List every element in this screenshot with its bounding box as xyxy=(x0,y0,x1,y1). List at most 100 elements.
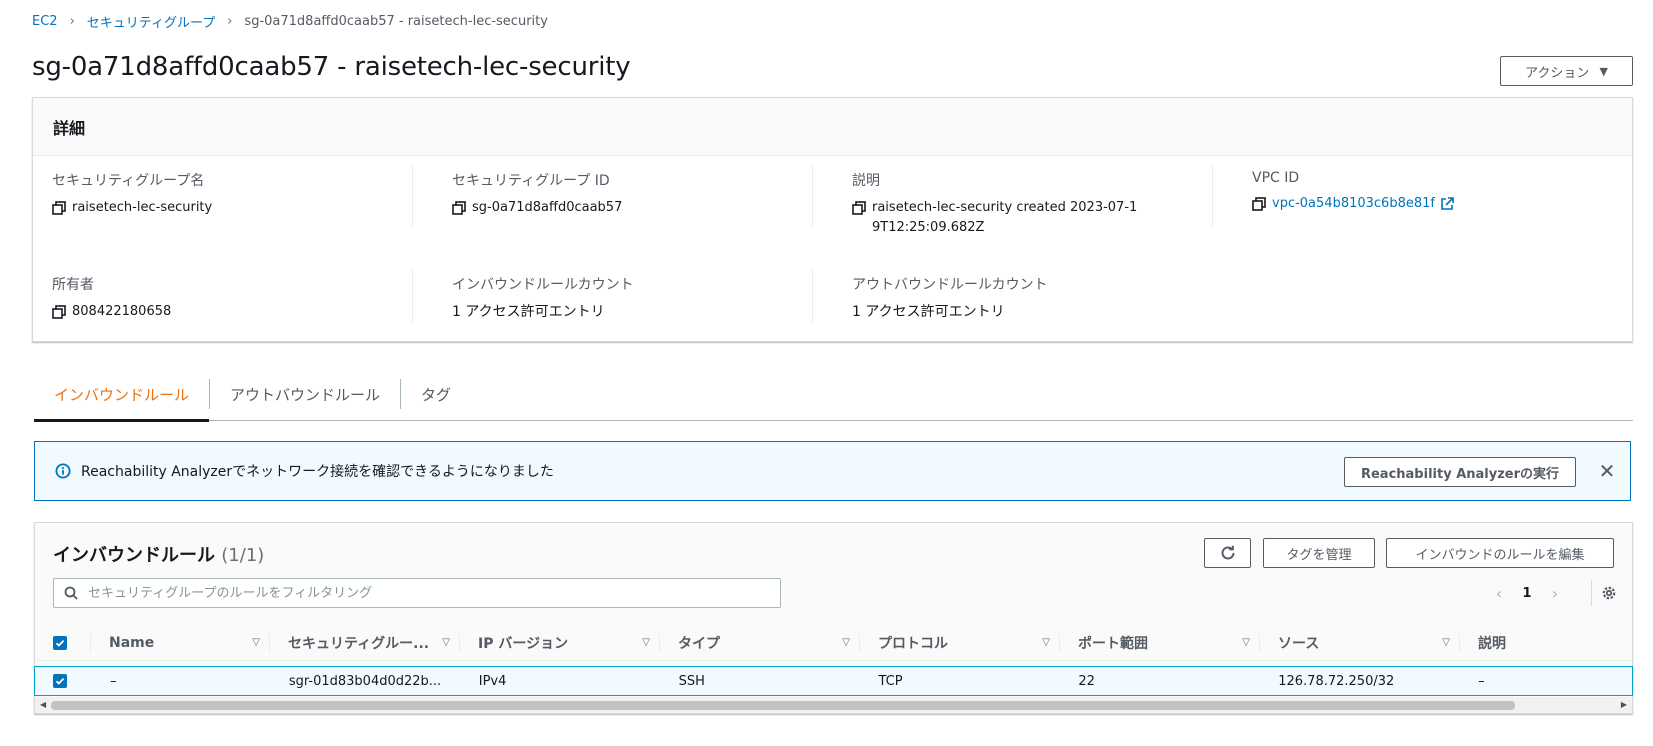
sort-icon[interactable]: ▽ xyxy=(1242,637,1250,648)
sort-icon[interactable]: ▽ xyxy=(252,637,260,648)
sg-id-value: sg-0a71d8affd0caab57 xyxy=(472,200,623,215)
outbound-count-label: アウトバウンドルールカウント xyxy=(852,277,1048,293)
scroll-left-icon[interactable]: ◀ xyxy=(40,700,46,709)
tab-bar: インバウンドルール アウトバウンドルール タグ xyxy=(34,367,1633,422)
scrollbar-thumb[interactable] xyxy=(51,701,1515,710)
tab-tags[interactable]: タグ xyxy=(401,367,471,421)
cell-protocol: TCP xyxy=(878,673,903,689)
actions-label: アクション xyxy=(1525,65,1590,81)
select-all-checkbox[interactable] xyxy=(53,635,67,650)
table-row[interactable]: – sgr-01d83b04d0d22b... IPv4 SSH TCP 22 … xyxy=(34,666,1633,696)
copy-icon[interactable] xyxy=(452,201,466,215)
column-header-source[interactable]: ソース ▽ xyxy=(1260,625,1460,661)
chevron-right-icon: › xyxy=(69,14,75,29)
page-title: sg-0a71d8affd0caab57 - raisetech-lec-sec… xyxy=(32,52,631,82)
copy-icon[interactable] xyxy=(52,201,66,215)
info-banner: Reachability Analyzerでネットワーク接続を確認できるようにな… xyxy=(34,441,1631,501)
sg-name-value: raisetech-lec-security xyxy=(72,200,213,215)
inbound-count-value: 1 アクセス許可エントリ xyxy=(452,304,605,320)
tab-outbound-rules[interactable]: アウトバウンドルール xyxy=(210,367,400,421)
rules-title: インバウンドルール (1/1) xyxy=(53,541,264,567)
sg-id-label: セキュリティグループ ID xyxy=(452,173,610,189)
table-header: Name ▽ セキュリティグルー... ▽ IP バージョン ▽ タイプ ▽ プロトコル… xyxy=(35,625,1632,661)
column-header-name[interactable]: Name ▽ xyxy=(91,625,270,661)
sort-icon[interactable]: ▽ xyxy=(1442,637,1450,648)
divider xyxy=(812,166,813,228)
manage-tags-button[interactable]: タグを管理 xyxy=(1263,538,1375,568)
refresh-icon xyxy=(1221,545,1234,560)
divider xyxy=(812,270,813,322)
horizontal-scrollbar[interactable]: ◀ ▶ xyxy=(35,697,1632,713)
scroll-right-icon[interactable]: ▶ xyxy=(1621,700,1627,709)
column-header-port-range[interactable]: ポート範囲 ▽ xyxy=(1060,625,1260,661)
owner-value: 808422180658 xyxy=(72,304,172,319)
copy-icon[interactable] xyxy=(852,201,866,215)
inbound-count-label: インバウンドルールカウント xyxy=(452,277,634,293)
filter-search xyxy=(53,578,781,608)
select-all-cell xyxy=(35,625,91,661)
copy-icon[interactable] xyxy=(52,305,66,319)
rules-title-text: インバウンドルール xyxy=(53,545,215,566)
sg-name-cell: セキュリティグループ名 raisetech-lec-security xyxy=(52,170,212,218)
sg-name-label: セキュリティグループ名 xyxy=(52,173,205,189)
details-panel: 詳細 セキュリティグループ名 raisetech-lec-security セキ… xyxy=(32,97,1633,342)
outbound-count-cell: アウトバウンドルールカウント 1 アクセス許可エントリ xyxy=(852,274,1048,322)
vpc-id-label: VPC ID xyxy=(1252,170,1300,186)
run-reachability-analyzer-button[interactable]: Reachability Analyzerの実行 xyxy=(1344,457,1576,487)
refresh-button[interactable] xyxy=(1204,538,1251,568)
copy-icon[interactable] xyxy=(1252,197,1266,211)
chevron-right-icon[interactable]: › xyxy=(1545,584,1565,603)
sg-id-cell: セキュリティグループ ID sg-0a71d8affd0caab57 xyxy=(452,170,622,218)
chevron-left-icon[interactable]: ‹ xyxy=(1489,584,1509,603)
description-value: raisetech-lec-security created 2023-07-1… xyxy=(872,200,1138,235)
vpc-id-link[interactable]: vpc-0a54b8103c6b8e81f xyxy=(1272,194,1435,214)
close-icon[interactable]: ✕ xyxy=(1595,459,1619,483)
sort-icon[interactable]: ▽ xyxy=(1042,637,1050,648)
column-header-description[interactable]: 説明 xyxy=(1460,625,1632,661)
divider xyxy=(412,270,413,322)
sort-icon[interactable]: ▽ xyxy=(842,637,850,648)
details-header: 詳細 xyxy=(33,98,1632,156)
divider xyxy=(412,166,413,228)
column-header-protocol[interactable]: プロトコル ▽ xyxy=(860,625,1060,661)
cell-description: – xyxy=(1478,673,1485,689)
actions-button[interactable]: アクション ▼ xyxy=(1500,56,1633,86)
page: EC2 › セキュリティグループ › sg-0a71d8affd0caab57 … xyxy=(0,0,1653,746)
column-header-type[interactable]: タイプ ▽ xyxy=(660,625,860,661)
row-checkbox[interactable] xyxy=(53,674,67,688)
search-icon xyxy=(64,586,78,600)
vpc-id-cell: VPC ID vpc-0a54b8103c6b8e81f xyxy=(1252,170,1454,214)
inbound-count-cell: インバウンドルールカウント 1 アクセス許可エントリ xyxy=(452,274,634,322)
cell-type: SSH xyxy=(678,673,705,689)
cell-name: – xyxy=(109,673,117,689)
sort-icon[interactable]: ▽ xyxy=(642,637,650,648)
page-number[interactable]: 1 xyxy=(1509,586,1545,601)
column-header-sg-rule-id[interactable]: セキュリティグルー... ▽ xyxy=(270,625,460,661)
rules-count: (1/1) xyxy=(221,545,265,566)
divider xyxy=(1212,166,1213,228)
sort-icon[interactable]: ▽ xyxy=(442,637,450,648)
description-cell: 説明 raisetech-lec-security created 2023-0… xyxy=(852,170,1142,238)
breadcrumb: EC2 › セキュリティグループ › sg-0a71d8affd0caab57 … xyxy=(32,12,548,31)
gear-icon[interactable] xyxy=(1597,581,1621,605)
inbound-rules-panel: インバウンドルール (1/1) タグを管理 インバウンドのルールを編集 ‹ 1 … xyxy=(34,522,1633,714)
breadcrumb-ec2[interactable]: EC2 xyxy=(32,14,58,29)
owner-cell: 所有者 808422180658 xyxy=(52,274,171,322)
banner-message: Reachability Analyzerでネットワーク接続を確認できるようにな… xyxy=(81,464,554,480)
pager-divider xyxy=(1591,580,1592,606)
breadcrumb-security-groups[interactable]: セキュリティグループ xyxy=(87,12,215,31)
external-link-icon[interactable] xyxy=(1440,197,1454,211)
pagination: ‹ 1 › xyxy=(1489,581,1565,605)
caret-down-icon: ▼ xyxy=(1599,64,1608,78)
owner-label: 所有者 xyxy=(52,277,94,293)
edit-inbound-rules-button[interactable]: インバウンドのルールを編集 xyxy=(1386,538,1614,568)
cell-sg-rule-id: sgr-01d83b04d0d22b... xyxy=(288,673,442,689)
info-icon xyxy=(55,463,71,479)
chevron-right-icon: › xyxy=(227,14,233,29)
tab-inbound-rules[interactable]: インバウンドルール xyxy=(34,367,210,422)
column-header-ip-version[interactable]: IP バージョン ▽ xyxy=(460,625,660,661)
description-label: 説明 xyxy=(852,173,880,189)
row-select-cell xyxy=(35,674,92,688)
outbound-count-value: 1 アクセス許可エントリ xyxy=(852,304,1005,320)
filter-input[interactable] xyxy=(86,584,766,602)
